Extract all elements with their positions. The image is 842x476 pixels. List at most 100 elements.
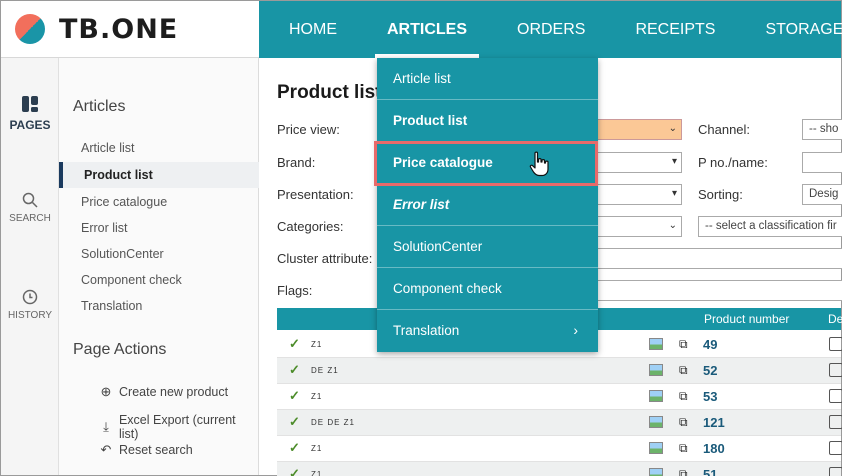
presentation-select[interactable]: ▾ <box>597 184 682 205</box>
details-icon[interactable] <box>829 389 842 403</box>
sidebar-item-product-list[interactable]: Product list <box>59 162 259 188</box>
menu-item-solutioncenter[interactable]: SolutionCenter <box>377 226 598 268</box>
channel-select[interactable]: -- sho <box>802 119 842 140</box>
articles-dropdown-menu: Article list Product list Price catalogu… <box>377 58 598 352</box>
table-row[interactable]: ✓ DE Z1 ⧉ 52 <box>277 358 842 384</box>
flags-select[interactable] <box>597 280 842 301</box>
create-product-button[interactable]: ⊕ Create new product <box>99 384 229 400</box>
pno-input[interactable] <box>802 152 842 173</box>
nav-home[interactable]: HOME <box>259 1 362 58</box>
price-view-select[interactable]: ⌄ <box>597 119 682 140</box>
classification-select[interactable]: -- select a classification fir <box>698 216 842 237</box>
sidebar-item-component-check[interactable]: Component check <box>81 273 182 287</box>
rail-pages[interactable]: PAGES <box>1 95 59 132</box>
copy-icon[interactable]: ⧉ <box>679 441 688 456</box>
col-product-number[interactable]: Product number <box>704 312 789 326</box>
table-row[interactable]: ✓ Z1 ⧉ 180 <box>277 436 842 462</box>
flag-icons: Z1 <box>311 392 323 401</box>
brand-name: TB.ONE <box>59 13 179 45</box>
details-icon[interactable] <box>829 441 842 455</box>
flag-icons: Z1 <box>311 444 323 453</box>
product-number[interactable]: 52 <box>703 363 717 378</box>
menu-item-component-check[interactable]: Component check <box>377 268 598 310</box>
rail-pages-label: PAGES <box>9 118 51 132</box>
sorting-select[interactable]: Desig <box>802 184 842 205</box>
channel-label: Channel: <box>698 122 751 137</box>
nav-articles[interactable]: ARTICLES <box>362 1 492 58</box>
sidebar-item-error-list[interactable]: Error list <box>81 221 128 235</box>
copy-icon[interactable]: ⧉ <box>679 389 688 404</box>
sidebar-title: Articles <box>73 98 126 115</box>
nav-orders[interactable]: ORDERS <box>492 1 610 58</box>
product-number[interactable]: 51 <box>703 467 717 476</box>
rail-history-label: HISTORY <box>7 310 53 321</box>
page-title: Product list <box>277 82 382 103</box>
copy-icon[interactable]: ⧉ <box>679 363 688 378</box>
copy-icon[interactable]: ⧉ <box>679 337 688 352</box>
categories-label: Categories: <box>277 219 344 234</box>
reset-search-button[interactable]: ↶ Reset search <box>99 442 193 458</box>
excel-export-label: Excel Export (current list) <box>118 413 236 441</box>
sorting-label: Sorting: <box>698 187 743 202</box>
menu-item-translation-label: Translation <box>393 323 460 338</box>
image-icon[interactable] <box>649 338 663 350</box>
sidebar-item-article-list[interactable]: Article list <box>81 141 134 155</box>
chevron-down-icon: ⌄ <box>668 220 677 231</box>
top-navigation: HOME ARTICLES ORDERS RECEIPTS STORAGE <box>259 1 842 58</box>
logo-area[interactable]: TB.ONE <box>1 1 259 58</box>
table-row[interactable]: ✓ Z1 ⧉ 51 <box>277 462 842 476</box>
nav-storage[interactable]: STORAGE <box>740 1 842 58</box>
excel-export-button[interactable]: ⤓ Excel Export (current list) <box>99 413 258 441</box>
copy-icon[interactable]: ⧉ <box>679 415 688 430</box>
image-icon[interactable] <box>649 364 663 376</box>
sidebar: Articles Article list Product list Price… <box>59 58 259 475</box>
sidebar-item-solutioncenter[interactable]: SolutionCenter <box>81 247 164 261</box>
sidebar-item-translation[interactable]: Translation <box>81 299 142 313</box>
hand-pointer-icon <box>529 151 549 177</box>
image-icon[interactable] <box>649 390 663 402</box>
table-row[interactable]: ✓ DE DE Z1 ⧉ 121 <box>277 410 842 436</box>
flag-icons: DE DE Z1 <box>311 418 356 427</box>
create-product-label: Create new product <box>119 385 229 399</box>
categories-select[interactable]: ⌄ <box>597 216 682 237</box>
brand-select[interactable]: ▾ <box>597 152 682 173</box>
check-icon: ✓ <box>289 336 300 351</box>
cluster-attribute-label: Cluster attribute: <box>277 251 373 266</box>
flag-icons: DE Z1 <box>311 366 339 375</box>
product-number[interactable]: 49 <box>703 337 717 352</box>
download-icon: ⤓ <box>103 419 109 434</box>
reset-search-label: Reset search <box>119 443 193 457</box>
product-number[interactable]: 180 <box>703 441 725 456</box>
product-number[interactable]: 53 <box>703 389 717 404</box>
details-icon[interactable] <box>829 363 842 377</box>
sidebar-item-label: Product list <box>84 168 153 182</box>
history-icon <box>22 289 38 305</box>
details-icon[interactable] <box>829 415 842 429</box>
plus-circle-icon: ⊕ <box>100 384 112 399</box>
menu-item-translation[interactable]: Translation › <box>377 310 598 352</box>
col-de[interactable]: De <box>828 312 842 326</box>
menu-item-error-list[interactable]: Error list <box>377 184 598 226</box>
menu-item-article-list[interactable]: Article list <box>377 58 598 100</box>
chevron-right-icon: › <box>573 322 578 338</box>
nav-receipts[interactable]: RECEIPTS <box>610 1 740 58</box>
chevron-down-icon: ⌄ <box>668 123 677 134</box>
table-row[interactable]: ✓ Z1 ⧉ 53 <box>277 384 842 410</box>
details-icon[interactable] <box>829 467 842 476</box>
copy-icon[interactable]: ⧉ <box>679 467 688 476</box>
rail-search[interactable]: SEARCH <box>1 192 59 224</box>
chevron-down-icon: ▾ <box>671 156 677 167</box>
menu-item-price-catalogue[interactable]: Price catalogue <box>377 142 598 184</box>
flags-label: Flags: <box>277 283 313 298</box>
undo-icon: ↶ <box>100 442 112 457</box>
details-icon[interactable] <box>829 337 842 351</box>
image-icon[interactable] <box>649 468 663 476</box>
sidebar-item-price-catalogue[interactable]: Price catalogue <box>81 195 167 209</box>
rail-history[interactable]: HISTORY <box>1 289 59 321</box>
image-icon[interactable] <box>649 416 663 428</box>
menu-item-product-list[interactable]: Product list <box>377 100 598 142</box>
product-number[interactable]: 121 <box>703 415 725 430</box>
check-icon: ✓ <box>289 414 300 429</box>
image-icon[interactable] <box>649 442 663 454</box>
cluster-attribute-select[interactable] <box>597 248 842 269</box>
